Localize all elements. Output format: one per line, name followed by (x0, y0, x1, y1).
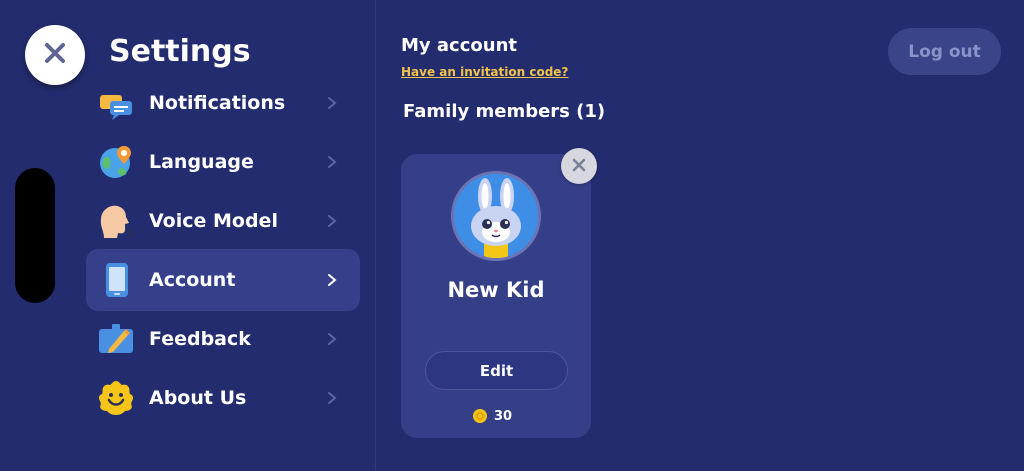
edit-member-button[interactable]: Edit (425, 351, 568, 390)
side-handle[interactable] (15, 168, 55, 303)
chevron-right-icon (326, 214, 338, 228)
member-name: New Kid (447, 278, 545, 302)
menu-item-label: About Us (149, 387, 247, 409)
menu-item-about-us[interactable]: About Us (86, 367, 360, 429)
bunny-avatar (451, 171, 541, 261)
chevron-right-icon (326, 155, 338, 169)
voice-head-icon (98, 203, 134, 239)
close-button[interactable] (25, 25, 85, 85)
family-members-title: Family members (1) (403, 101, 606, 122)
menu-item-label: Notifications (149, 92, 286, 114)
remove-member-button[interactable] (561, 148, 597, 184)
close-icon (43, 41, 67, 69)
chevron-right-icon (326, 96, 338, 110)
chevron-right-icon (326, 391, 338, 405)
settings-title: Settings (109, 34, 251, 69)
smiley-flower-icon (98, 380, 134, 416)
menu-item-language[interactable]: Language (86, 131, 360, 193)
menu-item-label: Feedback (149, 328, 251, 350)
notifications-icon (98, 85, 134, 121)
menu-item-notifications[interactable]: Notifications (86, 72, 360, 134)
menu-item-account[interactable]: Account (86, 249, 360, 311)
invitation-code-link[interactable]: Have an invitation code? (401, 65, 568, 79)
settings-sidebar: Settings Notifications Language Voice Mo… (0, 0, 376, 471)
coin-balance: 30 (472, 406, 512, 426)
menu-item-label: Language (149, 151, 254, 173)
globe-icon (98, 144, 134, 180)
chevron-right-icon (326, 332, 338, 346)
menu-item-label: Account (149, 269, 236, 291)
menu-item-label: Voice Model (149, 210, 278, 232)
my-account-title: My account (401, 35, 517, 56)
chevron-right-icon (326, 273, 338, 287)
menu-item-voice-model[interactable]: Voice Model (86, 190, 360, 252)
phone-icon (98, 262, 134, 298)
feedback-icon (98, 321, 134, 357)
close-icon (572, 157, 586, 176)
coin-icon (472, 408, 488, 424)
menu-item-feedback[interactable]: Feedback (86, 308, 360, 370)
coin-count: 30 (494, 408, 513, 424)
logout-button[interactable]: Log out (888, 28, 1001, 75)
